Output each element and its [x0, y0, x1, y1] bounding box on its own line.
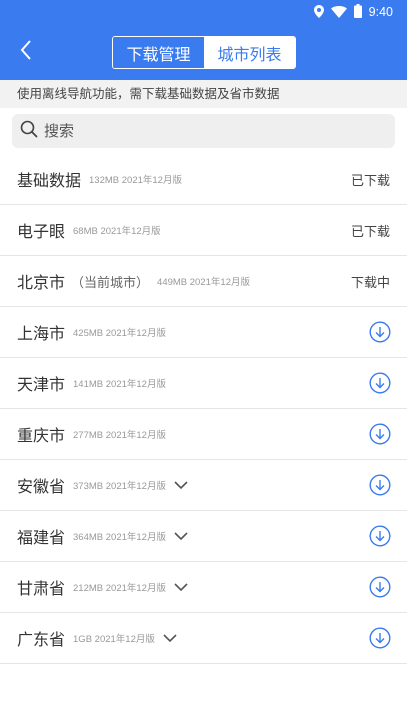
- download-status: 下载中: [350, 275, 390, 291]
- tab-switcher: 下载管理 城市列表: [112, 36, 296, 69]
- size-version: 373MB 2021年12月版: [73, 481, 166, 492]
- city-list: 基础数据 132MB 2021年12月版 已下载 电子眼 68MB 2021年12月版已…: [0, 154, 407, 664]
- search-icon: [20, 120, 38, 142]
- location-icon: [313, 3, 324, 22]
- download-icon[interactable]: [369, 372, 391, 394]
- download-icon[interactable]: [369, 627, 391, 649]
- tab-download-manager[interactable]: 下载管理: [113, 37, 204, 68]
- city-name: 福建省: [17, 528, 66, 547]
- city-name: 甘肃省: [17, 579, 66, 598]
- city-name: 基础数据: [17, 171, 82, 190]
- tab-city-list[interactable]: 城市列表: [204, 37, 295, 68]
- size-version: 364MB 2021年12月版: [73, 532, 166, 543]
- size-version: 1GB 2021年12月版: [73, 634, 155, 645]
- size-version: 449MB 2021年12月版: [157, 277, 250, 288]
- status-time: 9:40: [368, 5, 393, 19]
- city-name: 天津市: [17, 375, 66, 394]
- current-city-note: （当前城市）: [71, 275, 150, 291]
- battery-icon: [353, 3, 362, 22]
- city-name: 上海市: [17, 324, 66, 343]
- city-name: 电子眼: [17, 222, 66, 241]
- city-name: 重庆市: [17, 426, 66, 445]
- size-version: 212MB 2021年12月版: [73, 583, 166, 594]
- wifi-icon: [330, 3, 347, 22]
- download-status: 已下载: [350, 173, 390, 189]
- size-version: 132MB 2021年12月版: [89, 175, 182, 186]
- chevron-down-icon[interactable]: [174, 480, 188, 490]
- status-bar: 9:40: [0, 0, 407, 24]
- size-version: 141MB 2021年12月版: [73, 379, 166, 390]
- list-item[interactable]: 电子眼 68MB 2021年12月版 已下载: [0, 205, 407, 256]
- list-item[interactable]: 天津市 141MB 2021年12月版: [0, 358, 407, 409]
- chevron-down-icon[interactable]: [163, 633, 177, 643]
- download-icon[interactable]: [369, 525, 391, 547]
- city-name: 安徽省: [17, 477, 66, 496]
- search-bar[interactable]: [12, 114, 395, 148]
- list-item[interactable]: 广东省 1GB 2021年12月版: [0, 613, 407, 664]
- city-name: 广东省: [17, 630, 66, 649]
- download-icon[interactable]: [369, 474, 391, 496]
- chevron-down-icon[interactable]: [174, 531, 188, 541]
- search-input[interactable]: [44, 122, 364, 140]
- app-bar: 下载管理 城市列表: [0, 24, 407, 80]
- list-item[interactable]: 基础数据 132MB 2021年12月版 已下载: [0, 154, 407, 205]
- chevron-down-icon[interactable]: [174, 582, 188, 592]
- list-item[interactable]: 重庆市 277MB 2021年12月版: [0, 409, 407, 460]
- size-version: 277MB 2021年12月版: [73, 430, 166, 441]
- download-status: 已下载: [350, 224, 390, 240]
- status-icons: 9:40: [313, 3, 393, 22]
- list-item[interactable]: 安徽省 373MB 2021年12月版: [0, 460, 407, 511]
- download-icon[interactable]: [369, 423, 391, 445]
- download-icon[interactable]: [369, 576, 391, 598]
- chevron-left-icon: [19, 39, 33, 65]
- download-icon[interactable]: [369, 321, 391, 343]
- size-version: 68MB 2021年12月版: [73, 226, 161, 237]
- size-version: 425MB 2021年12月版: [73, 328, 166, 339]
- back-button[interactable]: [10, 36, 42, 68]
- list-item[interactable]: 上海市 425MB 2021年12月版: [0, 307, 407, 358]
- list-item[interactable]: 福建省 364MB 2021年12月版: [0, 511, 407, 562]
- list-item[interactable]: 北京市 （当前城市） 449MB 2021年12月版 下载中: [0, 256, 407, 307]
- list-item[interactable]: 甘肃省 212MB 2021年12月版: [0, 562, 407, 613]
- city-name: 北京市: [17, 273, 66, 292]
- offline-notice: 使用离线导航功能，需下载基础数据及省市数据: [0, 80, 407, 108]
